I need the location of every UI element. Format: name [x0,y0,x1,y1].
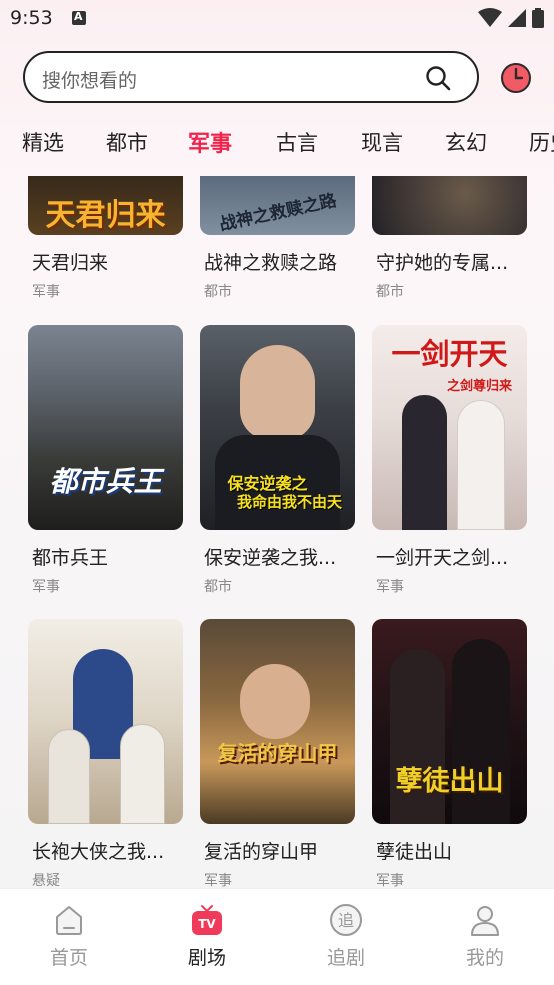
drama-title: 守护她的专属... [376,252,509,274]
drama-poster: 都市兵王 [28,325,183,530]
drama-title: 一剑开天之剑... [376,547,509,569]
drama-tag: 军事 [376,873,404,888]
drama-card[interactable]: 孽徒出山 孽徒出山 军事 [372,619,527,888]
drama-card[interactable]: 复活的穿山甲 复活的穿山甲 军事 [200,619,355,888]
drama-title: 都市兵王 [32,547,109,569]
drama-tag: 军事 [376,579,404,595]
drama-poster: 一剑开天 之剑尊归来 [372,325,527,530]
drama-title: 孽徒出山 [376,841,453,863]
home-icon [56,906,82,935]
search-icon[interactable] [425,65,451,91]
drama-grid: 天君归来 天君归来 军事 战神之救赎之路 战神之救赎之路 都市 守护她的专属..… [0,176,554,888]
drama-poster: 复活的穿山甲 [200,619,355,824]
nav-follow[interactable]: 追 追剧 [301,903,391,970]
notification-a-icon [72,10,86,25]
drama-card[interactable]: 一剑开天 之剑尊归来 一剑开天之剑... 军事 [372,325,527,596]
history-icon[interactable] [500,62,532,94]
drama-title: 保安逆袭之我... [204,547,337,569]
nav-label: 首页 [49,947,88,969]
drama-tag: 都市 [376,284,404,300]
drama-card[interactable]: 守护她的专属... 都市 [372,176,527,301]
drama-card[interactable]: 长袍大侠之我... 悬疑 [28,619,183,888]
svg-text:追: 追 [338,911,354,930]
drama-card[interactable]: 保安逆袭之 我命由我不由天 保安逆袭之我... 都市 [200,325,355,596]
drama-card[interactable]: 都市兵王 都市兵王 军事 [28,325,183,596]
user-icon [471,906,499,936]
tab-lishi[interactable]: 历史 [529,127,554,157]
poster-title-text: 都市兵王 [49,465,162,498]
battery-icon [532,8,544,28]
wifi-icon [478,8,502,27]
poster-face [240,345,315,440]
nav-profile[interactable]: 我的 [440,903,530,970]
search-input[interactable]: 搜你想看的 [23,51,479,103]
tab-xianyan[interactable]: 现言 [361,127,403,157]
poster-title-text: 战神之救赎之路 [217,190,339,235]
drama-tag: 都市 [204,579,232,595]
svg-text:TV: TV [198,917,216,931]
nav-label: 追剧 [326,947,365,969]
search-placeholder: 搜你想看的 [42,70,138,92]
drama-tag: 军事 [32,284,60,300]
drama-poster: 战神之救赎之路 [200,176,355,235]
drama-poster [372,176,527,235]
drama-title: 长袍大侠之我... [32,841,165,863]
tv-icon: TV [192,905,222,935]
drama-tag: 都市 [204,284,232,300]
nav-label: 剧场 [187,947,226,969]
poster-title-text: 复活的穿山甲 [217,741,338,765]
poster-title-text: 一剑开天 [391,337,508,371]
drama-title: 天君归来 [32,252,109,274]
nav-home[interactable]: 首页 [24,903,114,970]
category-tabs: 精选 都市 军事 古言 现言 玄幻 历史 [0,122,554,162]
drama-tag: 军事 [32,579,60,595]
status-bar: 9:53 [0,0,554,36]
tab-jingxuan[interactable]: 精选 [22,127,64,157]
poster-subtitle-text: 之剑尊归来 [446,379,512,394]
drama-tag: 悬疑 [32,873,60,888]
drama-poster: 孽徒出山 [372,619,527,824]
drama-poster: 天君归来 [28,176,183,235]
poster-figure-left [48,729,90,824]
nav-theater[interactable]: TV 剧场 [162,903,252,970]
poster-title-text: 孽徒出山 [395,766,504,797]
tab-dushi[interactable]: 都市 [106,127,148,157]
status-time: 9:53 [10,7,53,29]
poster-face [240,664,310,739]
poster-figure-left [402,395,447,530]
poster-figure-right [120,724,165,824]
drama-title: 战神之救赎之路 [204,252,338,274]
tab-junshi[interactable]: 军事 [188,126,232,158]
drama-tag: 军事 [204,873,232,888]
signal-icon [508,9,526,27]
nav-label: 我的 [465,947,504,969]
poster-title-text: 天君归来 [45,198,166,233]
drama-card[interactable]: 战神之救赎之路 战神之救赎之路 都市 [200,176,355,301]
poster-figure-right [457,400,505,530]
poster-subtitle-text: 我命由我不由天 [236,493,342,511]
drama-poster: 保安逆袭之 我命由我不由天 [200,325,355,530]
drama-card[interactable]: 天君归来 天君归来 军事 [28,176,183,301]
system-icons [478,8,544,28]
follow-icon: 追 [330,904,362,936]
drama-poster [28,619,183,824]
tab-guyan[interactable]: 古言 [276,127,318,157]
bottom-nav: 首页 TV 剧场 追 追剧 我的 [0,888,554,985]
drama-title: 复活的穿山甲 [204,841,319,863]
tab-xuanhuan[interactable]: 玄幻 [445,127,487,157]
